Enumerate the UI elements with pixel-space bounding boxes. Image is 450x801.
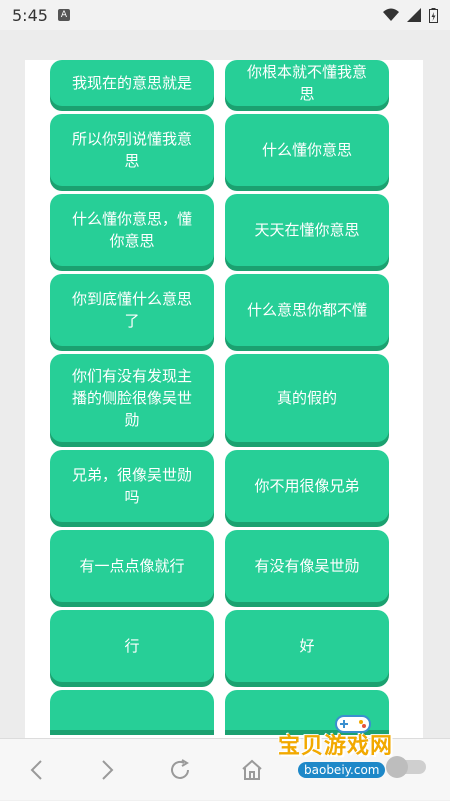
phrase-button[interactable]: 你们有没有发现主播的侧脸很像吴世勋 bbox=[50, 354, 214, 442]
reload-icon bbox=[171, 758, 189, 779]
home-icon bbox=[242, 759, 262, 780]
phrase-button[interactable]: 你到底懂什么意思了 bbox=[50, 274, 214, 346]
status-bar: 5:45 A bbox=[0, 0, 450, 30]
phrase-button[interactable]: 你不用很像兄弟 bbox=[225, 450, 389, 522]
watermark-brand: 宝贝游戏网 bbox=[278, 734, 394, 759]
site-watermark: 宝贝游戏网 baobeiy.com bbox=[272, 715, 432, 786]
wifi-icon bbox=[383, 8, 399, 21]
signal-icon bbox=[407, 8, 421, 22]
forward-button[interactable] bbox=[72, 739, 144, 801]
back-button[interactable] bbox=[0, 739, 72, 801]
phrase-button[interactable]: 天天在懂你意思 bbox=[225, 194, 389, 266]
chevron-right-icon bbox=[102, 759, 114, 780]
phrase-button[interactable]: 有没有像吴世勋 bbox=[225, 530, 389, 602]
status-time: 5:45 bbox=[12, 5, 48, 25]
phrase-button[interactable]: 兄弟，很像吴世勋吗 bbox=[50, 450, 214, 522]
watermark-url: baobeiy.com bbox=[298, 762, 386, 778]
phrase-button[interactable]: 有一点点像就行 bbox=[50, 530, 214, 602]
status-icons bbox=[383, 7, 438, 23]
chevron-left-icon bbox=[30, 759, 42, 780]
battery-icon bbox=[429, 7, 438, 23]
content-background: 我现在的意思就是 你根本就不懂我意思 所以你别说懂我意思 什么懂你意思 什么懂你… bbox=[0, 30, 450, 768]
phrase-button[interactable]: 行 bbox=[50, 610, 214, 682]
phrase-button[interactable]: 什么懂你意思，懂你意思 bbox=[50, 194, 214, 266]
phrase-button[interactable]: 好 bbox=[225, 610, 389, 682]
reload-button[interactable] bbox=[144, 739, 216, 801]
notification-a-icon: A bbox=[57, 9, 70, 21]
phrase-card[interactable]: 我现在的意思就是 你根本就不懂我意思 所以你别说懂我意思 什么懂你意思 什么懂你… bbox=[25, 60, 423, 768]
phrase-button[interactable]: 什么意思你都不懂 bbox=[225, 274, 389, 346]
phrase-button-partial[interactable] bbox=[50, 690, 214, 730]
phrase-button[interactable]: 真的假的 bbox=[225, 354, 389, 442]
phrase-button[interactable]: 我现在的意思就是 bbox=[50, 60, 214, 106]
phrase-button[interactable]: 什么懂你意思 bbox=[225, 114, 389, 186]
phrase-button[interactable]: 所以你别说懂我意思 bbox=[50, 114, 214, 186]
phrase-grid: 我现在的意思就是 你根本就不懂我意思 所以你别说懂我意思 什么懂你意思 什么懂你… bbox=[50, 60, 389, 730]
phrase-button[interactable]: 你根本就不懂我意思 bbox=[225, 60, 389, 106]
